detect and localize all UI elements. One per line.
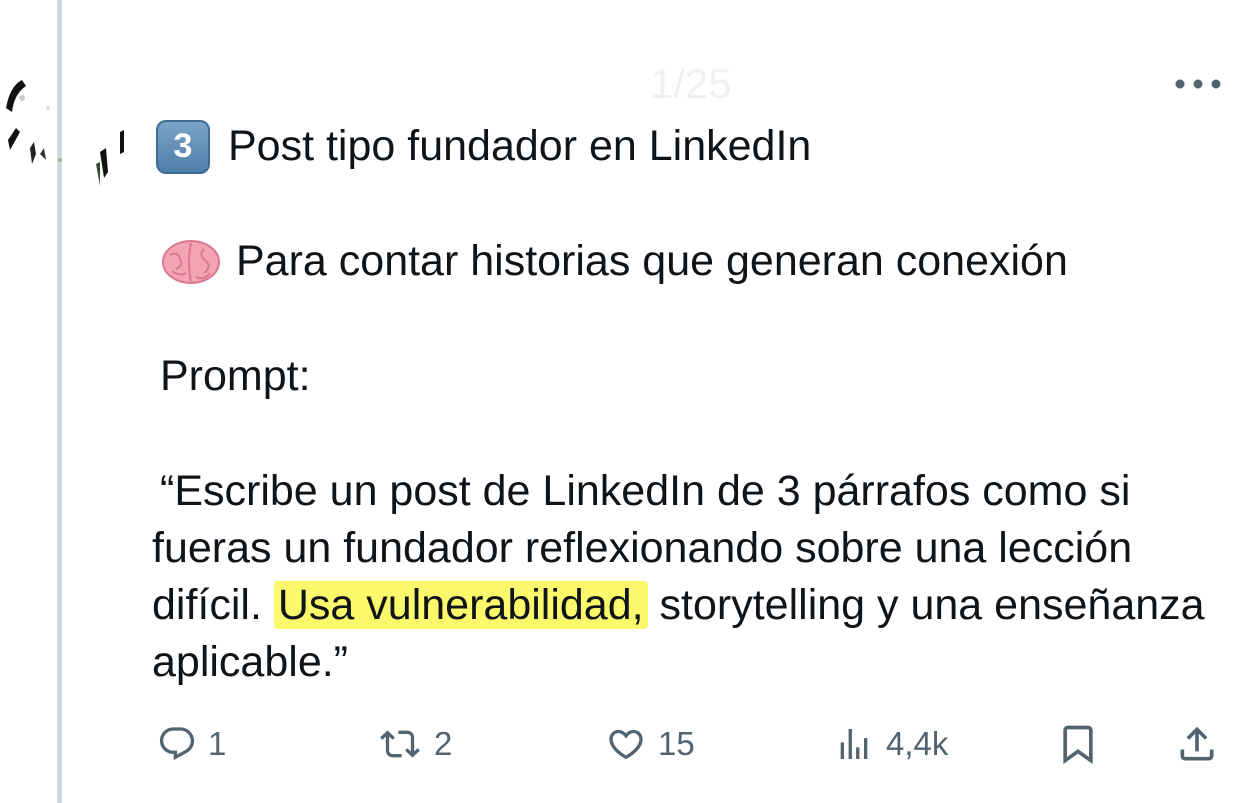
prompt-quote: “Escribe un post de LinkedIn de 3 párraf… [152,463,1212,691]
tweet-subtitle-line: Para contar historias que generan conexi… [152,233,1212,290]
share-icon [1180,726,1214,761]
avatar[interactable] [0,68,130,198]
tweet-actions-bar: 1 2 15 4,4k [152,716,1227,772]
retweet-button[interactable]: 2 [376,716,452,772]
share-button[interactable] [1174,716,1220,772]
reply-count: 1 [208,725,227,762]
heart-icon [609,729,643,760]
tweet-text: 3 Post tipo fundador en LinkedIn Para co… [152,118,1212,691]
tweet-subtitle: Para contar historias que generan conexi… [236,237,1068,285]
views-button[interactable]: 4,4k [832,716,948,772]
prompt-label: Prompt: [160,352,311,400]
reply-icon [159,727,195,761]
retweet-icon [380,730,420,758]
tweet-heading: Post tipo fundador en LinkedIn [228,122,812,170]
like-count: 15 [658,725,695,762]
thread-position-counter: 1/25 [650,60,732,107]
retweet-count: 2 [434,725,453,762]
reply-button[interactable]: 1 [156,716,226,772]
view-count: 4,4k [886,725,949,762]
bookmark-button[interactable] [1056,716,1100,772]
like-button[interactable]: 15 [604,716,695,772]
more-horizontal-icon [1175,79,1221,89]
tweet-heading-line: 3 Post tipo fundador en LinkedIn [152,118,1212,175]
more-button[interactable] [1170,66,1226,102]
highlighted-text: Usa vulnerabilidad, [273,581,648,629]
brain-emoji [162,239,220,284]
bookmark-icon [1063,725,1093,765]
views-chart-icon [840,729,868,759]
keycap-3-emoji: 3 [156,119,210,174]
